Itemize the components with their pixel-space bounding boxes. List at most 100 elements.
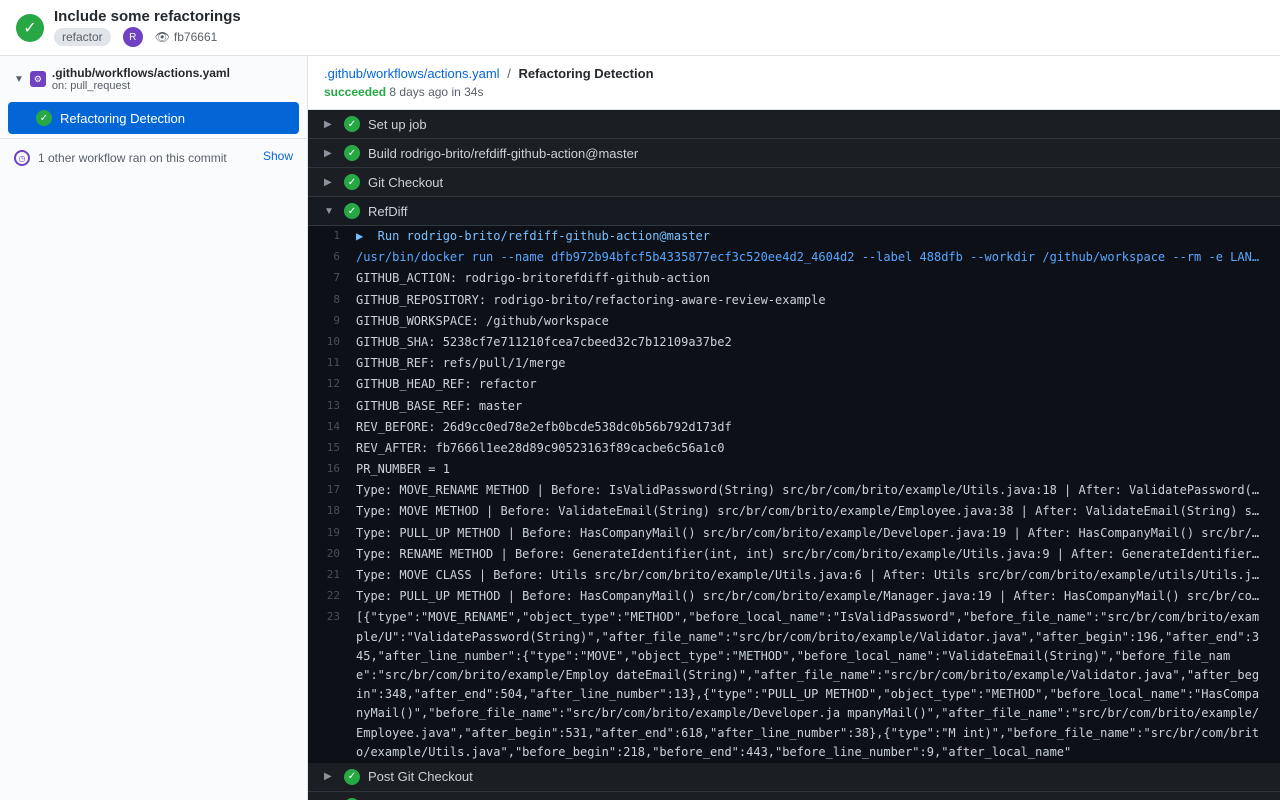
log-line[interactable]: 7 GITHUB_ACTION: rodrigo-britorefdiff-gi… [308, 268, 1280, 289]
line-number: 15 [308, 439, 356, 457]
line-number: 8 [308, 291, 356, 309]
line-number: 6 [308, 248, 356, 266]
line-content: GITHUB_REPOSITORY: rodrigo-brito/refacto… [356, 291, 1264, 310]
page-title: Include some refactorings [54, 8, 241, 25]
line-content: REV_BEFORE: 26d9cc0ed78e2efb0bcde538dc0b… [356, 418, 1264, 437]
log-line[interactable]: 20 Type: RENAME METHOD | Before: Generat… [308, 544, 1280, 565]
line-number: 16 [308, 460, 356, 478]
line-number: 13 [308, 397, 356, 415]
branch-badge[interactable]: refactor [54, 28, 111, 46]
clock-icon: ◷ [14, 150, 30, 166]
line-content: PR_NUMBER = 1 [356, 460, 1264, 479]
step-post-checkout[interactable]: ▶ ✓ Post Git Checkout [308, 763, 1280, 792]
breadcrumb-job: Refactoring Detection [518, 66, 653, 81]
log-line[interactable]: 13 GITHUB_BASE_REF: master [308, 396, 1280, 417]
line-content: ▶ Run rodrigo-brito/refdiff-github-actio… [356, 227, 1264, 246]
line-content: Type: RENAME METHOD | Before: GenerateId… [356, 545, 1264, 564]
step-success-icon: ✓ [344, 769, 360, 785]
main-layout: ▼ ⚙ .github/workflows/actions.yaml on: p… [0, 56, 1280, 800]
step-complete[interactable]: ▶ ✓ Complete job [308, 792, 1280, 800]
line-number: 9 [308, 312, 356, 330]
chevron-right-icon: ▶ [324, 771, 336, 782]
top-bar: ✓ Include some refactorings refactor R 👁… [0, 0, 1280, 56]
step-checkout[interactable]: ▶ ✓ Git Checkout [308, 168, 1280, 197]
line-content: REV_AFTER: fb7666l1ee28d89c90523163f89ca… [356, 439, 1264, 458]
job-meta: succeeded 8 days ago in 34s [324, 85, 1264, 99]
line-number: 7 [308, 269, 356, 287]
log-line[interactable]: 9 GITHUB_WORKSPACE: /github/workspace [308, 311, 1280, 332]
line-number: 21 [308, 566, 356, 584]
job-status: succeeded [324, 85, 386, 99]
step-setup[interactable]: ▶ ✓ Set up job [308, 110, 1280, 139]
step-name: Git Checkout [368, 175, 443, 190]
line-content: GITHUB_ACTION: rodrigo-britorefdiff-gith… [356, 269, 1264, 288]
breadcrumb-workflow[interactable]: .github/workflows/actions.yaml [324, 66, 500, 81]
line-content: GITHUB_REF: refs/pull/1/merge [356, 354, 1264, 373]
step-name: Build rodrigo-brito/refdiff-github-actio… [368, 146, 638, 161]
chevron-right-icon: ▶ [324, 148, 336, 159]
log-line[interactable]: 23 [{"type":"MOVE_RENAME","object_type":… [308, 607, 1280, 763]
line-number: 12 [308, 375, 356, 393]
log-line[interactable]: 1 ▶ Run rodrigo-brito/refdiff-github-act… [308, 226, 1280, 247]
step-name: Set up job [368, 117, 427, 132]
step-success-icon: ✓ [344, 174, 360, 190]
log-line[interactable]: 21 Type: MOVE CLASS | Before: Utils src/… [308, 565, 1280, 586]
line-content: [{"type":"MOVE_RENAME","object_type":"ME… [356, 608, 1264, 762]
line-content: Type: PULL_UP METHOD | Before: HasCompan… [356, 587, 1264, 606]
line-number: 18 [308, 502, 356, 520]
workflow-title: .github/workflows/actions.yaml [52, 66, 230, 80]
log-line[interactable]: 10 GITHUB_SHA: 5238cf7e711210fcea7cbeed3… [308, 332, 1280, 353]
log-line[interactable]: 19 Type: PULL_UP METHOD | Before: HasCom… [308, 523, 1280, 544]
line-number: 1 [308, 227, 356, 245]
other-workflow-text: 1 other workflow ran on this commit [38, 149, 255, 167]
log-line[interactable]: 18 Type: MOVE METHOD | Before: ValidateE… [308, 501, 1280, 522]
line-number: 17 [308, 481, 356, 499]
step-success-icon: ✓ [36, 110, 52, 126]
line-content: Type: PULL_UP METHOD | Before: HasCompan… [356, 524, 1264, 543]
line-content: Type: MOVE METHOD | Before: ValidateEmai… [356, 502, 1264, 521]
eye-icon: 👁 [155, 30, 170, 44]
status-icon: ✓ [16, 14, 44, 42]
log-line[interactable]: 22 Type: PULL_UP METHOD | Before: HasCom… [308, 586, 1280, 607]
sidebar-item-refactoring-detection[interactable]: ✓ Refactoring Detection [8, 102, 299, 134]
main-content: .github/workflows/actions.yaml / Refacto… [308, 56, 1280, 800]
line-content: GITHUB_HEAD_REF: refactor [356, 375, 1264, 394]
line-number: 11 [308, 354, 356, 372]
line-content: GITHUB_WORKSPACE: /github/workspace [356, 312, 1264, 331]
show-link[interactable]: Show [263, 149, 293, 163]
workflow-trigger: on: pull_request [52, 80, 230, 92]
step-name: RefDiff [368, 204, 408, 219]
step-name: Post Git Checkout [368, 769, 473, 784]
workflow-icon: ⚙ [30, 71, 46, 87]
sidebar-item-label: Refactoring Detection [60, 111, 185, 126]
line-content: Type: MOVE CLASS | Before: Utils src/br/… [356, 566, 1264, 585]
line-number: 20 [308, 545, 356, 563]
log-line[interactable]: 12 GITHUB_HEAD_REF: refactor [308, 374, 1280, 395]
line-number: 22 [308, 587, 356, 605]
log-line[interactable]: 16 PR_NUMBER = 1 [308, 459, 1280, 480]
line-content: Type: MOVE_RENAME METHOD | Before: IsVal… [356, 481, 1264, 500]
log-line[interactable]: 8 GITHUB_REPOSITORY: rodrigo-brito/refac… [308, 290, 1280, 311]
step-success-icon: ✓ [344, 116, 360, 132]
chevron-right-icon: ▶ [324, 119, 336, 130]
step-build[interactable]: ▶ ✓ Build rodrigo-brito/refdiff-github-a… [308, 139, 1280, 168]
line-number: 23 [308, 608, 356, 626]
job-time-ago: 8 days ago in 34s [389, 85, 483, 99]
chevron-down-icon: ▼ [14, 74, 24, 85]
avatar: R [123, 27, 143, 47]
log-line[interactable]: 11 GITHUB_REF: refs/pull/1/merge [308, 353, 1280, 374]
breadcrumb-sep: / [507, 66, 514, 81]
job-header: .github/workflows/actions.yaml / Refacto… [308, 56, 1280, 110]
workflow-section-header[interactable]: ▼ ⚙ .github/workflows/actions.yaml on: p… [0, 56, 307, 102]
log-line[interactable]: 17 Type: MOVE_RENAME METHOD | Before: Is… [308, 480, 1280, 501]
log-area: 1 ▶ Run rodrigo-brito/refdiff-github-act… [308, 226, 1280, 763]
step-refdiff-expanded: ▼ ✓ RefDiff 1 ▶ Run rodrigo-brito/refdif… [308, 197, 1280, 763]
log-line[interactable]: 15 REV_AFTER: fb7666l1ee28d89c90523163f8… [308, 438, 1280, 459]
line-content: GITHUB_SHA: 5238cf7e711210fcea7cbeed32c7… [356, 333, 1264, 352]
chevron-down-icon: ▼ [324, 206, 336, 217]
line-number: 14 [308, 418, 356, 436]
log-line[interactable]: 6 /usr/bin/docker run --name dfb972b94bf… [308, 247, 1280, 268]
log-line[interactable]: 14 REV_BEFORE: 26d9cc0ed78e2efb0bcde538d… [308, 417, 1280, 438]
line-content: /usr/bin/docker run --name dfb972b94bfcf… [356, 248, 1264, 267]
step-refdiff-header[interactable]: ▼ ✓ RefDiff [308, 197, 1280, 226]
